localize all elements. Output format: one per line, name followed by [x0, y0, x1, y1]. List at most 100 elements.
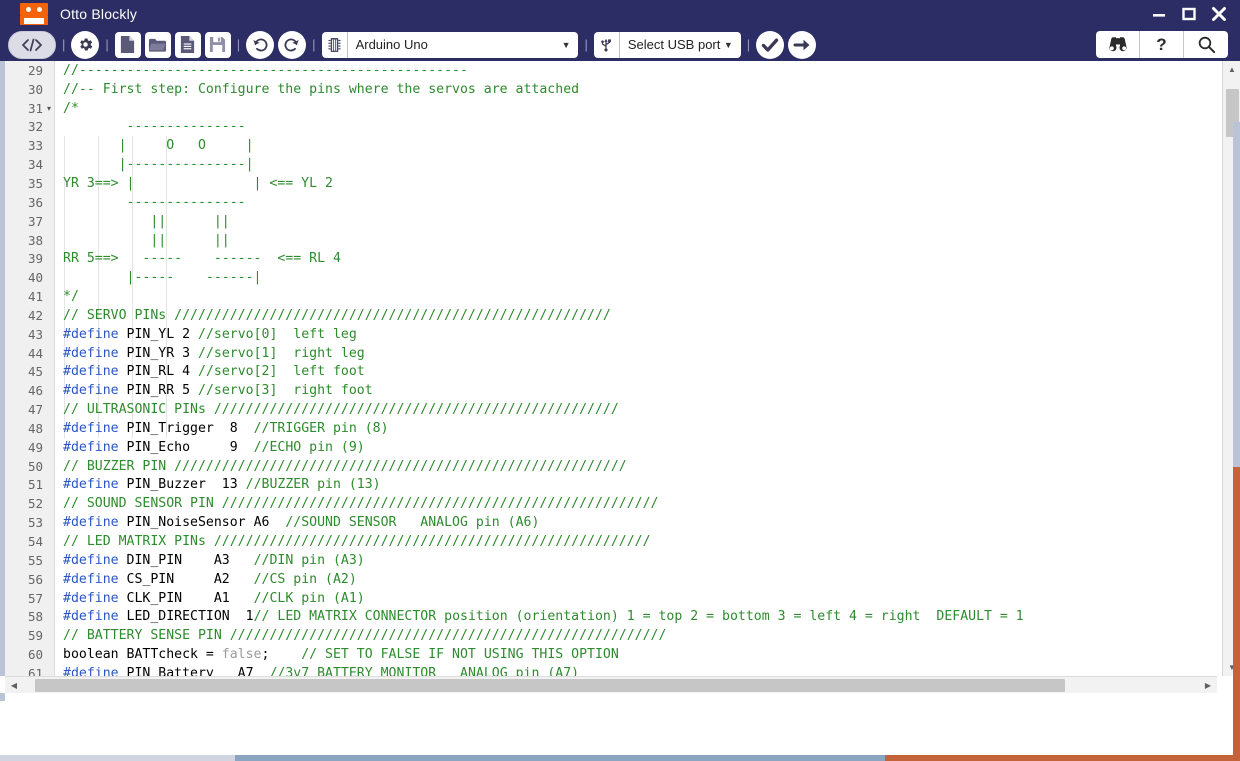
code-line[interactable]: 50 // BUZZER PIN ////////////////////////…	[5, 457, 1024, 476]
new-file-button[interactable]	[114, 31, 141, 58]
line-number: 30	[27, 81, 43, 97]
code-line[interactable]: 33 | O O |	[5, 136, 1024, 155]
horizontal-scrollbar[interactable]: ◀ ▶	[5, 676, 1217, 693]
find-binoculars-button[interactable]	[1096, 31, 1140, 58]
line-number: 58	[27, 609, 43, 625]
code-line-text: #define PIN_NoiseSensor A6 //SOUND SENSO…	[63, 515, 540, 531]
toolbar-separator: |	[584, 37, 588, 52]
code-line[interactable]: 53 #define PIN_NoiseSensor A6 //SOUND SEN…	[5, 513, 1024, 532]
code-line[interactable]: 40 |----- ------|	[5, 268, 1024, 287]
undo-button[interactable]	[246, 30, 275, 59]
minimize-button[interactable]	[1144, 0, 1174, 28]
code-line[interactable]: 45 #define PIN_RL 4 //servo[2] left foot	[5, 363, 1024, 382]
chevron-down-icon: ▼	[561, 39, 571, 50]
window-controls	[1144, 0, 1234, 28]
examples-document-button[interactable]	[174, 31, 201, 58]
code-line[interactable]: 38 || ||	[5, 231, 1024, 250]
help-button[interactable]: ?	[1140, 31, 1184, 58]
code-line[interactable]: 55 #define DIN_PIN A3 //DIN pin (A3)	[5, 551, 1024, 570]
save-file-button[interactable]	[204, 31, 231, 58]
code-line-text: ---------------	[63, 119, 246, 135]
line-number: 35	[27, 175, 43, 191]
line-number: 45	[27, 364, 43, 380]
code-line[interactable]: 54 // LED MATRIX PINs ///////////////////…	[5, 532, 1024, 551]
settings-button[interactable]	[71, 30, 100, 59]
code-line[interactable]: 51 #define PIN_Buzzer 13 //BUZZER pin (13…	[5, 476, 1024, 495]
horizontal-scroll-thumb[interactable]	[35, 678, 1065, 692]
code-line[interactable]: 47 // ULTRASONIC PINs ///////////////////…	[5, 400, 1024, 419]
code-line-text: | O O |	[63, 138, 254, 154]
code-line[interactable]: 41 */	[5, 287, 1024, 306]
code-line[interactable]: 49 #define PIN_Echo 9 //ECHO pin (9)	[5, 438, 1024, 457]
code-scroll-viewport[interactable]: 29 //------------------------------------…	[5, 61, 1217, 676]
fold-toggle-icon[interactable]: ▾	[43, 104, 55, 113]
search-button[interactable]	[1184, 31, 1228, 58]
usb-port-select-value: Select USB port	[627, 37, 721, 52]
code-line[interactable]: 57 #define CLK_PIN A1 //CLK pin (A1)	[5, 589, 1024, 608]
code-line[interactable]: 59 // BATTERY SENSE PIN /////////////////…	[5, 626, 1024, 645]
scroll-right-arrow[interactable]: ▶	[1199, 677, 1217, 694]
taskbar-segment-blue	[0, 755, 235, 761]
code-line[interactable]: 61 #define PIN_Battery A7 //3v7 BATTERY M…	[5, 664, 1024, 676]
code-line[interactable]: 37 || ||	[5, 212, 1024, 231]
code-line-text: #define CLK_PIN A1 //CLK pin (A1)	[63, 590, 365, 606]
scroll-up-arrow[interactable]: ▲	[1223, 61, 1240, 78]
maximize-button[interactable]	[1174, 0, 1204, 28]
line-number: 52	[27, 496, 43, 512]
line-number: 50	[27, 458, 43, 474]
upload-button[interactable]	[788, 30, 817, 59]
code-line-text: #define PIN_RR 5 //servo[3] right foot	[63, 383, 373, 399]
code-line[interactable]: 46 #define PIN_RR 5 //servo[3] right foot	[5, 381, 1024, 400]
code-line[interactable]: 56 #define CS_PIN A2 //CS pin (A2)	[5, 570, 1024, 589]
code-line-text: // SERVO PINs //////////////////////////…	[63, 307, 611, 323]
code-line[interactable]: 30 //-- First step: Configure the pins wh…	[5, 80, 1024, 99]
code-line-text: #define PIN_RL 4 //servo[2] left foot	[63, 364, 365, 380]
toolbar-separator: |	[105, 37, 109, 52]
line-number: 51	[27, 477, 43, 493]
line-number: 36	[27, 194, 43, 210]
code-line[interactable]: 44 #define PIN_YR 3 //servo[1] right leg	[5, 344, 1024, 363]
board-select-value: Arduino Uno	[355, 37, 428, 52]
main-toolbar: | | | | Arduino Uno ▼ | Select USB port …	[0, 28, 1240, 61]
line-number: 29	[27, 62, 43, 78]
line-number: 49	[27, 439, 43, 455]
code-line-text: || ||	[63, 232, 230, 248]
code-line[interactable]: 39 RR 5==> ----- ------ <== RL 4	[5, 249, 1024, 268]
code-line-text: #define CS_PIN A2 //CS pin (A2)	[63, 571, 357, 587]
code-view-toggle-button[interactable]	[8, 30, 56, 59]
toolbar-right-group: ?	[1096, 31, 1228, 58]
code-line[interactable]: 29 //------------------------------------…	[5, 61, 1024, 80]
code-line-text: //-- First step: Configure the pins wher…	[63, 81, 580, 97]
bottom-strip	[0, 693, 1240, 761]
code-line[interactable]: 42 // SERVO PINs ////////////////////////…	[5, 306, 1024, 325]
close-button[interactable]	[1204, 0, 1234, 28]
code-line-text: YR 3==> | | <== YL 2	[63, 175, 333, 191]
code-line[interactable]: 60 boolean BATTcheck = false; // SET TO F…	[5, 645, 1024, 664]
code-line[interactable]: 52 // SOUND SENSOR PIN //////////////////…	[5, 494, 1024, 513]
code-line[interactable]: 32 ---------------	[5, 118, 1024, 137]
usb-port-select[interactable]: Select USB port ▼	[593, 31, 741, 58]
code-line[interactable]: 35 YR 3==> | | <== YL 2	[5, 174, 1024, 193]
code-line[interactable]: 34 |---------------|	[5, 155, 1024, 174]
code-line[interactable]: 31 ▾ /*	[5, 99, 1024, 118]
line-number: 33	[27, 138, 43, 154]
code-line[interactable]: 43 #define PIN_YL 2 //servo[0] left leg	[5, 325, 1024, 344]
toolbar-separator: |	[312, 37, 316, 52]
code-line-text: */	[63, 289, 79, 305]
code-line[interactable]: 48 #define PIN_Trigger 8 //TRIGGER pin (8…	[5, 419, 1024, 438]
open-folder-button[interactable]	[144, 31, 171, 58]
scroll-left-arrow[interactable]: ◀	[5, 677, 23, 694]
code-line-text: /*	[63, 100, 79, 116]
line-number: 59	[27, 628, 43, 644]
otto-robot-icon	[20, 3, 48, 25]
code-line-text: // BATTERY SENSE PIN ///////////////////…	[63, 628, 667, 644]
code-line[interactable]: 36 ---------------	[5, 193, 1024, 212]
verify-button[interactable]	[756, 30, 785, 59]
line-number: 44	[27, 345, 43, 361]
code-line[interactable]: 58 #define LED_DIRECTION 1// LED MATRIX C…	[5, 607, 1024, 626]
board-select[interactable]: Arduino Uno ▼	[321, 31, 579, 58]
horizontal-scroll-track[interactable]	[23, 677, 1199, 694]
line-number: 48	[27, 420, 43, 436]
redo-button[interactable]	[278, 30, 307, 59]
line-number: 42	[27, 307, 43, 323]
